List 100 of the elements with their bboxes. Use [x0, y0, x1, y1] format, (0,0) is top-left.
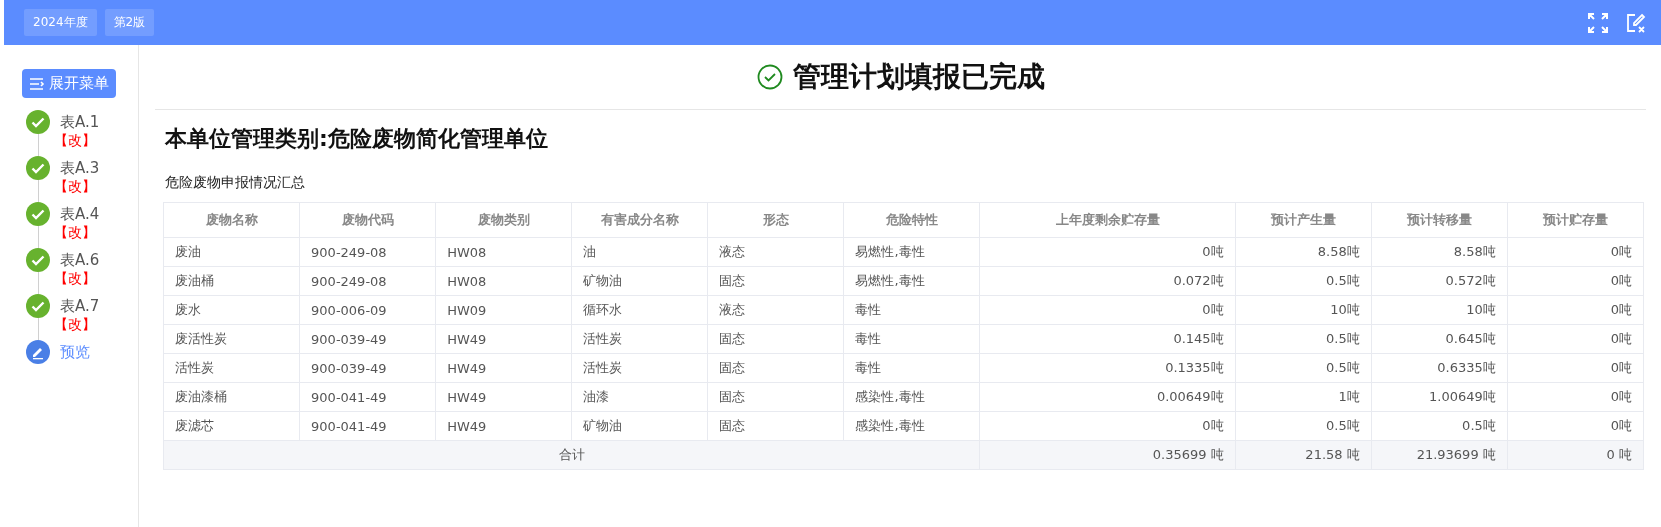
- table-cell: 0吨: [979, 237, 1236, 267]
- step-link[interactable]: 表A.4: [60, 205, 100, 224]
- table-cell: 1.00649吨: [1371, 382, 1508, 412]
- edit-icon[interactable]: [1625, 11, 1647, 34]
- column-header: 形态: [707, 202, 844, 238]
- table-cell: 固态: [707, 411, 844, 441]
- column-header: 废物代码: [299, 202, 436, 238]
- table-cell: HW08: [435, 237, 572, 267]
- table-cell: HW09: [435, 295, 572, 325]
- check-icon: [26, 294, 50, 318]
- total-cell: 0.35699 吨: [979, 440, 1236, 470]
- table-cell: 900-039-49: [299, 353, 436, 383]
- table-cell: 废油: [163, 237, 300, 267]
- table-cell: 0.145吨: [979, 324, 1236, 354]
- column-header: 危险特性: [843, 202, 980, 238]
- table-cell: 8.58吨: [1371, 237, 1508, 267]
- column-header: 预计转移量: [1371, 202, 1508, 238]
- table-cell: 0.645吨: [1371, 324, 1508, 354]
- table-cell: 0.072吨: [979, 266, 1236, 296]
- table-cell: 0吨: [1507, 382, 1644, 412]
- column-header: 预计贮存量: [1507, 202, 1644, 238]
- table-cell: 废水: [163, 295, 300, 325]
- table-cell: 易燃性,毒性: [843, 237, 980, 267]
- table-cell: 油: [571, 237, 708, 267]
- check-icon: [26, 110, 50, 134]
- category-heading: 本单位管理类别:危险废物简化管理单位: [165, 125, 549, 153]
- table-cell: 活性炭: [571, 324, 708, 354]
- table-cell: 0吨: [1507, 353, 1644, 383]
- status-title: 管理计划填报已完成: [792, 59, 1045, 95]
- table-cell: 0.5吨: [1371, 411, 1508, 441]
- table-cell: 0吨: [1507, 411, 1644, 441]
- check-icon: [26, 248, 50, 272]
- check-circle-icon: [756, 64, 783, 90]
- table-cell: 8.58吨: [1235, 237, 1372, 267]
- table-cell: 900-041-49: [299, 382, 436, 412]
- table-cell: 900-039-49: [299, 324, 436, 354]
- table-cell: HW49: [435, 382, 572, 412]
- table-cell: 0吨: [1507, 295, 1644, 325]
- table-cell: 矿物油: [571, 266, 708, 296]
- column-header: 预计产生量: [1235, 202, 1372, 238]
- table-cell: 循环水: [571, 295, 708, 325]
- table-cell: 0吨: [1507, 237, 1644, 267]
- step-link[interactable]: 表A.3: [60, 159, 100, 178]
- table-cell: 900-249-08: [299, 266, 436, 296]
- year-tag: 2024年度: [24, 9, 97, 36]
- table-cell: 10吨: [1371, 295, 1508, 325]
- table-cell: 固态: [707, 324, 844, 354]
- table-cell: 0.5吨: [1235, 324, 1372, 354]
- table-cell: 易燃性,毒性: [843, 266, 980, 296]
- step-link[interactable]: 表A.7: [60, 297, 100, 316]
- table-cell: 固态: [707, 353, 844, 383]
- table-cell: 0.1335吨: [979, 353, 1236, 383]
- year-tag: 第2版: [104, 9, 155, 36]
- table-cell: 废油漆桶: [163, 382, 300, 412]
- table-cell: 0.5吨: [1235, 353, 1372, 383]
- total-cell: 21.93699 吨: [1371, 440, 1508, 470]
- edit-icon: [26, 340, 50, 364]
- modified-note: 【改】: [54, 316, 97, 334]
- table-cell: 1吨: [1235, 382, 1372, 412]
- table-cell: HW49: [435, 353, 572, 383]
- table-cell: 废油桶: [163, 266, 300, 296]
- table-cell: 毒性: [843, 353, 980, 383]
- table-cell: 液态: [707, 237, 844, 267]
- table-cell: 900-006-09: [299, 295, 436, 325]
- check-icon: [26, 202, 50, 226]
- modified-note: 【改】: [54, 224, 97, 242]
- column-header: 废物类别: [435, 202, 572, 238]
- table-cell: 0.00649吨: [979, 382, 1236, 412]
- modified-note: 【改】: [54, 178, 97, 196]
- step-link[interactable]: 表A.6: [60, 251, 100, 270]
- modified-note: 【改】: [54, 270, 97, 288]
- table-cell: 毒性: [843, 324, 980, 354]
- total-label: 合计: [163, 440, 980, 470]
- table-cell: 0.5吨: [1235, 266, 1372, 296]
- table-cell: 固态: [707, 266, 844, 296]
- table-cell: HW49: [435, 411, 572, 441]
- table-cell: 900-041-49: [299, 411, 436, 441]
- table-cell: 废活性炭: [163, 324, 300, 354]
- column-header: 废物名称: [163, 202, 300, 238]
- table-cell: HW08: [435, 266, 572, 296]
- check-icon: [26, 156, 50, 180]
- table-cell: 固态: [707, 382, 844, 412]
- fullscreen-icon[interactable]: [1587, 11, 1609, 34]
- table-cell: 活性炭: [163, 353, 300, 383]
- total-cell: 21.58 吨: [1235, 440, 1372, 470]
- table-cell: 0吨: [979, 295, 1236, 325]
- column-header: 上年度剩余贮存量: [979, 202, 1236, 238]
- step-link[interactable]: 表A.1: [60, 113, 100, 132]
- table-cell: 液态: [707, 295, 844, 325]
- table-cell: 活性炭: [571, 353, 708, 383]
- table-cell: 0吨: [1507, 266, 1644, 296]
- table-cell: 毒性: [843, 295, 980, 325]
- table-cell: HW49: [435, 324, 572, 354]
- table-cell: 0吨: [1507, 324, 1644, 354]
- table-cell: 0.5吨: [1235, 411, 1372, 441]
- table-cell: 感染性,毒性: [843, 382, 980, 412]
- modified-note: 【改】: [54, 132, 97, 150]
- column-header: 有害成分名称: [571, 202, 708, 238]
- table-cell: 900-249-08: [299, 237, 436, 267]
- table-cell: 矿物油: [571, 411, 708, 441]
